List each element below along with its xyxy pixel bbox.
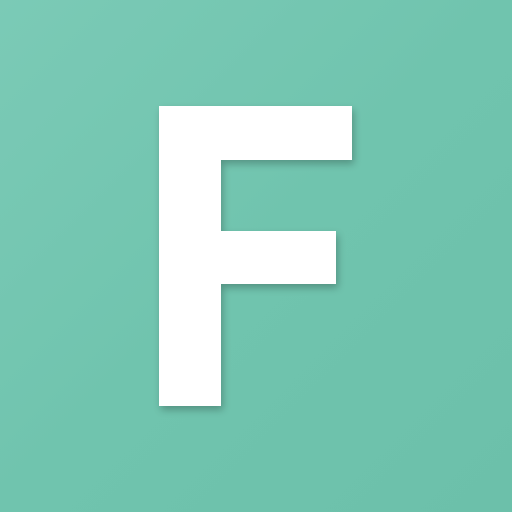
app-icon: F (0, 0, 512, 512)
letter-f-glyph (159, 106, 352, 406)
letter-f-shape (159, 106, 352, 406)
